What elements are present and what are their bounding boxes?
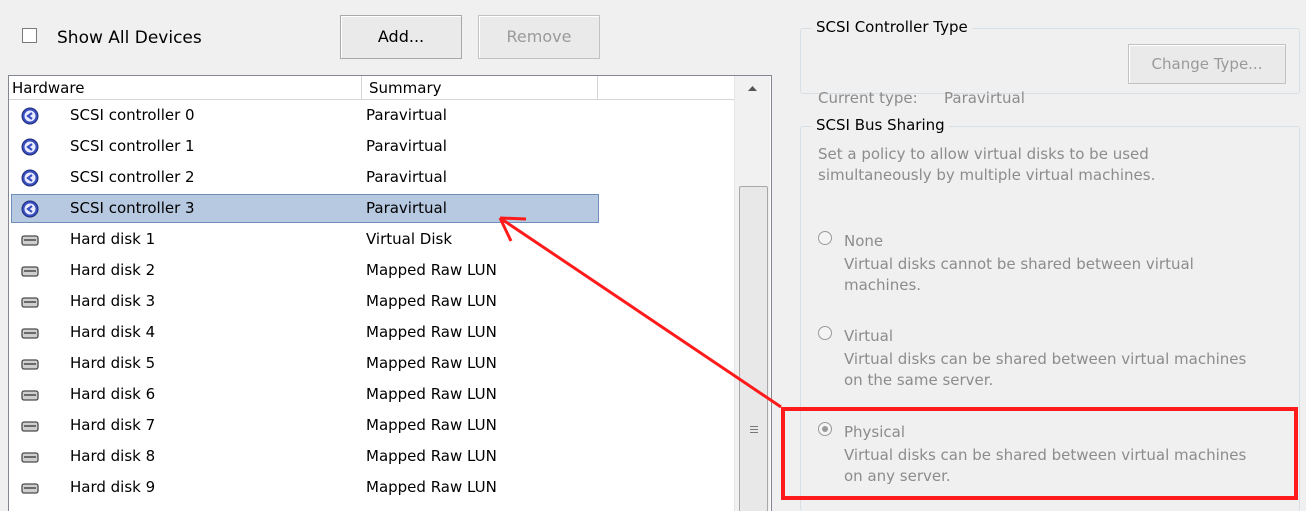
annotation-arrow (498, 216, 782, 409)
